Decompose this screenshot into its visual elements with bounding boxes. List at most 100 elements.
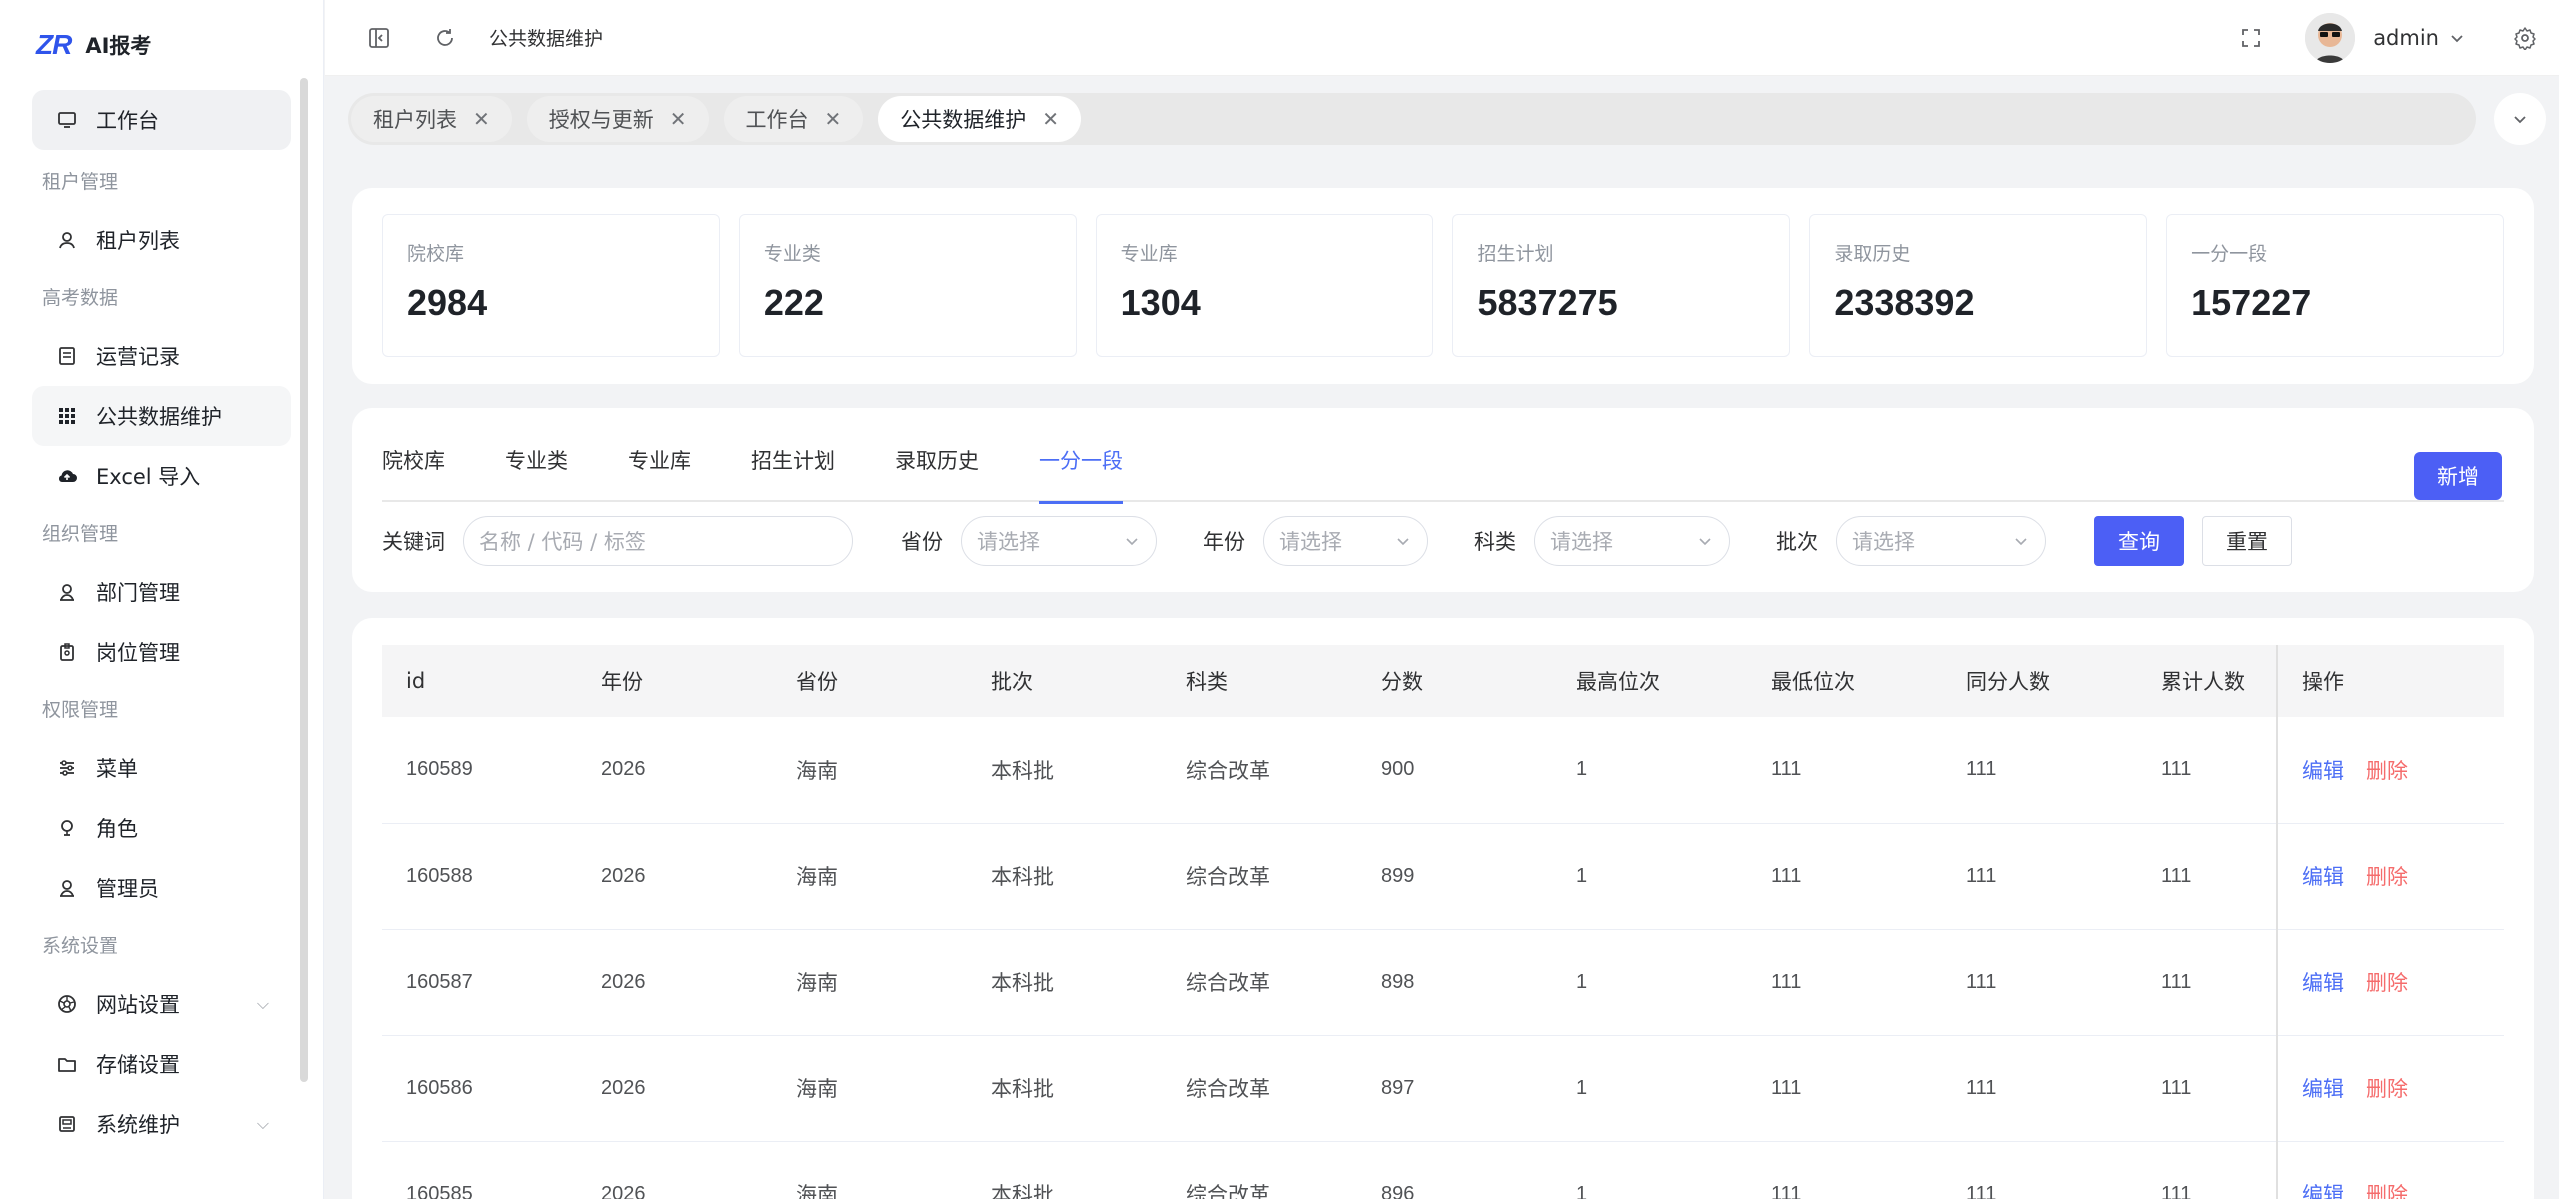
tab-major-categories[interactable]: 专业类 xyxy=(505,438,568,502)
tab-admission-history[interactable]: 录取历史 xyxy=(895,438,979,502)
logo-mark: ZR xyxy=(36,29,72,60)
tab-schools[interactable]: 院校库 xyxy=(382,438,445,502)
chevron-down-icon xyxy=(1699,538,1711,546)
filter-card: 院校库 专业类 专业库 招生计划 录取历史 一分一段 新增 关键词 名称 / 代… xyxy=(352,408,2534,592)
delete-button[interactable]: 删除 xyxy=(2366,972,2408,995)
close-icon[interactable]: ✕ xyxy=(670,107,687,131)
table-cell: 111 xyxy=(1942,717,2137,824)
edit-button[interactable]: 编辑 xyxy=(2302,760,2344,783)
table-cell: 898 xyxy=(1357,929,1552,1036)
table-row: 160588 2026 海南 本科批 综合改革 899 1 111 111 111 编辑 删除 xyxy=(382,823,2504,930)
subject-select[interactable]: 请选择 xyxy=(1534,516,1730,566)
chevron-down-icon[interactable]: ⌵ xyxy=(257,1114,269,1134)
stat-value: 5837275 xyxy=(1477,282,1618,323)
table-cell: 111 xyxy=(1747,1035,1942,1142)
sidebar-item-admins[interactable]: 管理员 xyxy=(32,858,291,918)
stat-card: 招生计划 5837275 xyxy=(1452,214,1791,357)
table-cell: 160586 xyxy=(382,1035,577,1142)
sidebar-item-roles[interactable]: 角色 xyxy=(32,798,291,858)
refresh-icon[interactable] xyxy=(431,24,459,52)
stat-value: 2338392 xyxy=(1834,282,1975,323)
select-placeholder: 请选择 xyxy=(1279,530,1342,554)
table-row: 160587 2026 海南 本科批 综合改革 898 1 111 111 111 编辑 删除 xyxy=(382,929,2504,1036)
edit-button[interactable]: 编辑 xyxy=(2302,972,2344,995)
table-row: 160585 2026 海南 本科批 综合改革 896 1 111 111 111 编辑 删除 xyxy=(382,1141,2504,1199)
row-actions: 编辑 删除 xyxy=(2276,823,2504,930)
sidebar-group-gaokao: 高考数据 xyxy=(42,287,119,309)
sidebar-item-menu[interactable]: 菜单 xyxy=(32,738,291,798)
logo[interactable]: ZR AI报考 xyxy=(0,0,323,90)
collapse-sidebar-icon[interactable] xyxy=(365,24,393,52)
tab-dashboard[interactable]: 工作台 ✕ xyxy=(723,96,864,142)
edit-button[interactable]: 编辑 xyxy=(2302,1078,2344,1101)
sidebar-item-dashboard[interactable]: 工作台 xyxy=(32,90,291,150)
tab-label: 租户列表 xyxy=(373,108,457,132)
delete-button[interactable]: 删除 xyxy=(2366,1078,2408,1101)
sidebar-item-label: 角色 xyxy=(96,817,138,841)
delete-button[interactable]: 删除 xyxy=(2366,1184,2408,1199)
edit-button[interactable]: 编辑 xyxy=(2302,1184,2344,1199)
table-cell: 综合改革 xyxy=(1162,1035,1357,1142)
table-cell: 1 xyxy=(1552,1035,1747,1142)
close-icon[interactable]: ✕ xyxy=(825,107,842,131)
cloud-upload-icon xyxy=(56,465,78,487)
reset-button[interactable]: 重置 xyxy=(2202,516,2292,566)
tab-majors[interactable]: 专业库 xyxy=(628,438,691,502)
sidebar-item-system-maintenance[interactable]: 系统维护 ⌵ xyxy=(32,1094,291,1154)
table-cell: 111 xyxy=(1942,929,2137,1036)
tab-enrollment-plan[interactable]: 招生计划 xyxy=(751,438,835,502)
column-header: 操作 xyxy=(2276,645,2504,717)
sidebar-item-operation-log[interactable]: 运营记录 xyxy=(32,326,291,386)
stat-label: 专业库 xyxy=(1120,243,1178,265)
keyword-input[interactable]: 名称 / 代码 / 标签 xyxy=(463,516,853,566)
edit-button[interactable]: 编辑 xyxy=(2302,866,2344,889)
chevron-down-icon[interactable] xyxy=(2443,24,2471,52)
add-button[interactable]: 新增 xyxy=(2414,452,2502,500)
sidebar-item-positions[interactable]: 岗位管理 xyxy=(32,622,291,682)
chevron-down-icon[interactable]: ⌵ xyxy=(257,994,269,1014)
tab-public-data[interactable]: 公共数据维护 ✕ xyxy=(878,96,1082,142)
table-cell: 111 xyxy=(1747,823,1942,930)
sidebar-item-label: 租户列表 xyxy=(96,229,180,253)
table-cell: 海南 xyxy=(772,1141,967,1199)
table-cell: 111 xyxy=(1747,717,1942,824)
sidebar-item-departments[interactable]: 部门管理 xyxy=(32,562,291,622)
delete-button[interactable]: 删除 xyxy=(2366,760,2408,783)
table-cell: 综合改革 xyxy=(1162,823,1357,930)
tab-score-rank[interactable]: 一分一段 xyxy=(1039,438,1123,504)
sidebar-item-tenant-list[interactable]: 租户列表 xyxy=(32,210,291,270)
chevron-down-icon xyxy=(1126,538,1138,546)
close-icon[interactable]: ✕ xyxy=(1042,107,1059,131)
tabs-dropdown-button[interactable] xyxy=(2494,93,2546,145)
tab-tenant-list[interactable]: 租户列表 ✕ xyxy=(351,96,512,142)
chevron-down-icon xyxy=(1397,538,1409,546)
breadcrumb[interactable]: 公共数据维护 xyxy=(489,24,603,51)
table-cell: 111 xyxy=(1942,1035,2137,1142)
tab-license-update[interactable]: 授权与更新 ✕ xyxy=(526,96,709,142)
province-select[interactable]: 请选择 xyxy=(961,516,1157,566)
query-button[interactable]: 查询 xyxy=(2094,516,2184,566)
user-icon xyxy=(56,877,78,899)
close-icon[interactable]: ✕ xyxy=(473,107,490,131)
fullscreen-icon[interactable] xyxy=(2237,24,2265,52)
sidebar-item-excel-import[interactable]: Excel 导入 xyxy=(32,446,291,506)
username[interactable]: admin xyxy=(2373,26,2439,50)
server-icon xyxy=(56,1113,78,1135)
sidebar-item-label: 公共数据维护 xyxy=(96,405,222,429)
sidebar-item-label: 网站设置 xyxy=(96,993,180,1017)
stat-label: 专业类 xyxy=(763,243,821,265)
sidebar-group-tenant: 租户管理 xyxy=(42,171,119,193)
table-cell: 1 xyxy=(1552,929,1747,1036)
avatar[interactable] xyxy=(2305,12,2356,63)
column-header: 科类 xyxy=(1162,645,1357,717)
gear-icon[interactable] xyxy=(2511,24,2539,52)
delete-button[interactable]: 删除 xyxy=(2366,866,2408,889)
sidebar-item-site-settings[interactable]: 网站设置 ⌵ xyxy=(32,974,291,1034)
batch-select[interactable]: 请选择 xyxy=(1836,516,2046,566)
table-cell: 海南 xyxy=(772,1035,967,1142)
sidebar-item-public-data[interactable]: 公共数据维护 xyxy=(32,386,291,446)
sidebar-item-storage-settings[interactable]: 存储设置 xyxy=(32,1034,291,1094)
sidebar-scrollbar[interactable] xyxy=(300,78,308,1082)
year-select[interactable]: 请选择 xyxy=(1263,516,1428,566)
stat-card: 录取历史 2338392 xyxy=(1809,214,2148,357)
